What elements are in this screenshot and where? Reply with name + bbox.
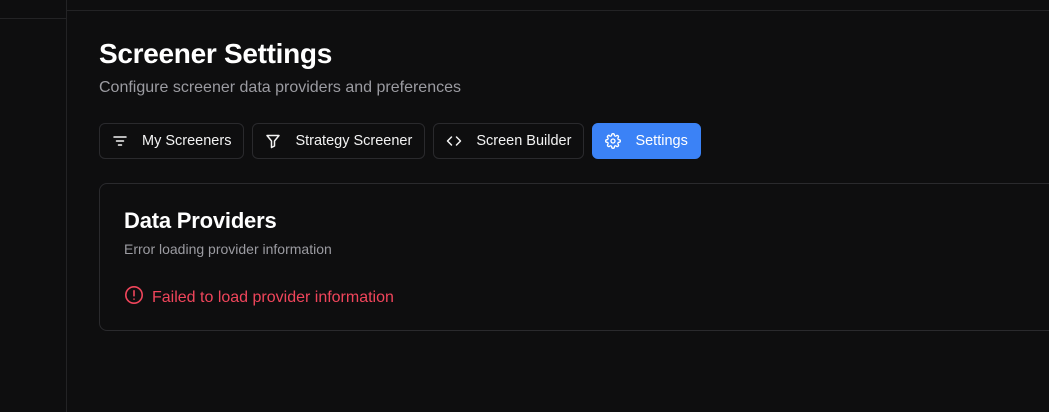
topbar-divider: [67, 10, 1049, 11]
error-text: Failed to load provider information: [152, 288, 394, 306]
tab-my-screeners[interactable]: My Screeners: [99, 123, 245, 159]
gear-icon: [605, 133, 622, 149]
tab-settings[interactable]: Settings: [592, 123, 701, 159]
tab-bar: My Screeners Strategy Screener Screen Bu…: [99, 123, 701, 159]
tab-label: Strategy Screener: [295, 133, 413, 149]
card-title: Data Providers: [124, 208, 277, 233]
tab-label: My Screeners: [142, 133, 232, 149]
tab-strategy-screener[interactable]: Strategy Screener: [252, 123, 426, 159]
code-icon: [446, 133, 462, 149]
tab-label: Screen Builder: [476, 133, 572, 149]
page-title: Screener Settings: [99, 38, 332, 69]
alert-circle-icon: [124, 285, 144, 310]
main-content: Screener Settings Configure screener dat…: [99, 37, 1049, 331]
card-description: Error loading provider information: [124, 241, 332, 257]
tab-screen-builder[interactable]: Screen Builder: [433, 123, 585, 159]
page-subtitle: Configure screener data providers and pr…: [99, 79, 461, 96]
error-message: Failed to load provider information: [124, 285, 394, 310]
sidebar-divider: [0, 18, 66, 19]
tab-label: Settings: [635, 133, 688, 149]
sidebar: [0, 0, 67, 412]
filter-lines-icon: [112, 133, 128, 149]
data-providers-card: Data Providers Error loading provider in…: [99, 183, 1049, 331]
funnel-icon: [265, 133, 281, 149]
